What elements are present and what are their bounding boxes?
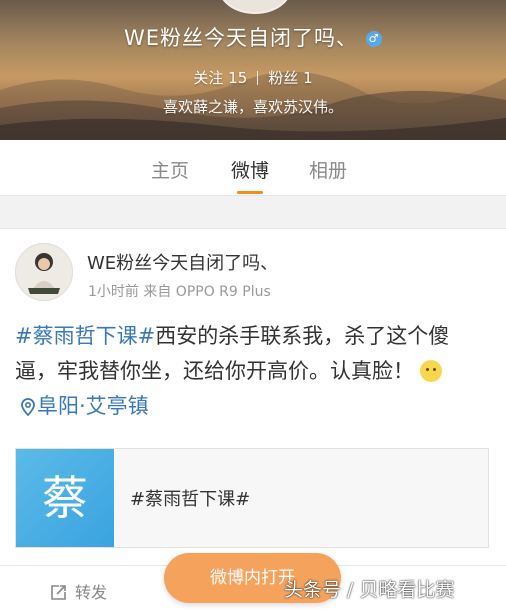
post-body: #蔡雨哲下课#西安的杀手联系我，杀了这个傻逼，牢我替你坐，还给你开高价。认真脸！…	[15, 319, 491, 424]
following-label: 关注	[193, 69, 224, 87]
profile-header: WE粉丝今天自闭了吗、 ♂ 关注 15 粉丝 1 喜欢薛之谦，喜欢苏汉伟。	[0, 0, 506, 140]
tab-weibo[interactable]: 微博	[231, 156, 269, 194]
post-author-name[interactable]: WE粉丝今天自闭了吗、	[87, 249, 278, 275]
profile-name: WE粉丝今天自闭了吗、 ♂	[0, 22, 506, 52]
following-count: 15	[228, 69, 248, 87]
topic-link[interactable]: #蔡雨哲下课#	[15, 324, 155, 348]
location-pin-icon	[21, 398, 35, 416]
smile-emoji-icon	[420, 360, 442, 382]
location-text: 阜阳·艾亭镇	[37, 394, 149, 418]
topic-thumbnail: 蔡	[16, 449, 114, 547]
tab-album[interactable]: 相册	[309, 156, 347, 183]
author-avatar[interactable]	[15, 243, 73, 301]
watermark-text: 头条号 / 贝略看比赛	[284, 579, 455, 601]
male-icon: ♂	[366, 31, 383, 47]
stats-divider	[257, 71, 259, 85]
repost-button[interactable]: 转发	[50, 579, 107, 603]
followers-label: 粉丝	[268, 69, 299, 87]
post-meta: 1小时前 来自 OPPO R9 Plus	[88, 284, 271, 300]
topic-link-card[interactable]: 蔡 #蔡雨哲下课#	[15, 448, 489, 548]
repost-label: 转发	[75, 583, 108, 602]
profile-tabs: 主页 微博 相册	[0, 140, 506, 196]
followers-count: 1	[303, 69, 313, 87]
profile-bio: 喜欢薛之谦，喜欢苏汉伟。	[162, 98, 343, 116]
profile-stats: 关注 15 粉丝 1	[0, 67, 506, 88]
person-icon	[16, 244, 72, 300]
tab-home[interactable]: 主页	[151, 156, 189, 183]
profile-name-text: WE粉丝今天自闭了吗、	[123, 26, 359, 50]
location-link[interactable]: 阜阳·艾亭镇	[15, 394, 149, 418]
followers-link[interactable]: 粉丝 1	[268, 69, 312, 87]
repost-icon	[51, 585, 66, 600]
topic-card-title: #蔡雨哲下课#	[130, 489, 251, 510]
following-link[interactable]: 关注 15	[193, 69, 247, 87]
